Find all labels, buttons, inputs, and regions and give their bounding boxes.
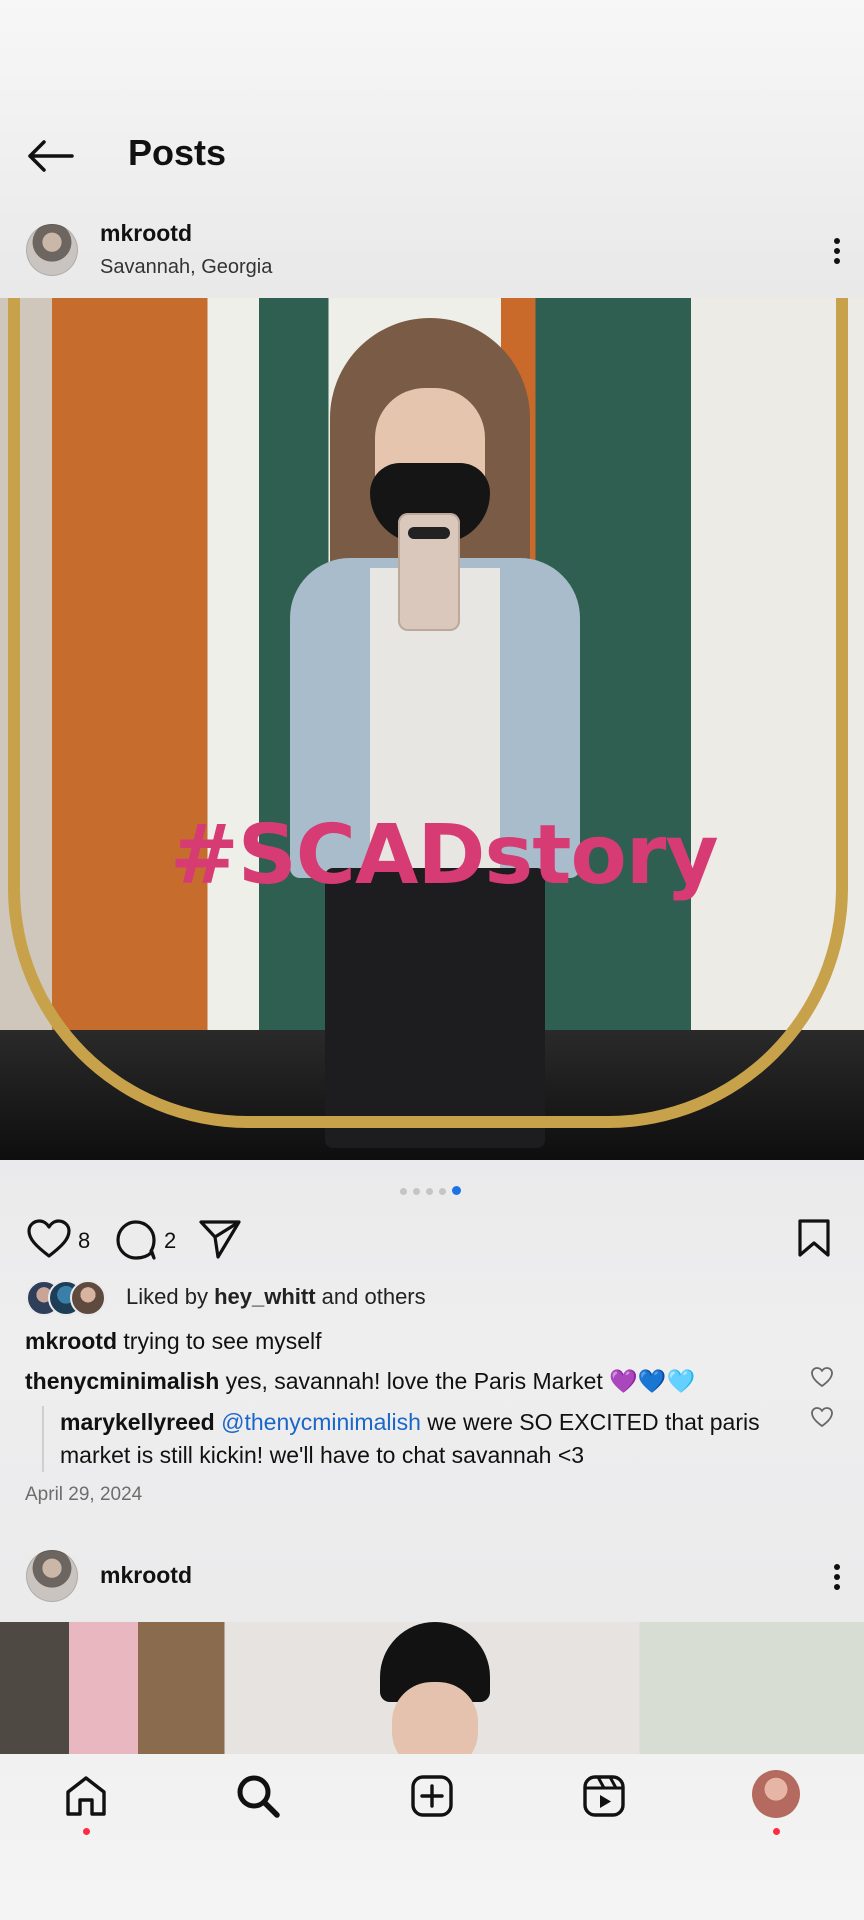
post-username[interactable]: mkrootd [100, 220, 192, 247]
caption-username[interactable]: mkrootd [25, 1328, 117, 1354]
user-avatar[interactable] [26, 224, 78, 276]
post-image[interactable] [0, 1622, 864, 1754]
comment-item: thenycminimalish yes, savannah! love the… [25, 1368, 695, 1395]
home-icon[interactable] [62, 1772, 110, 1820]
create-post-icon[interactable] [408, 1772, 456, 1820]
back-arrow-icon[interactable] [24, 136, 76, 176]
page-title: Posts [128, 132, 227, 173]
more-options-icon[interactable] [834, 1564, 842, 1594]
more-options-icon[interactable] [834, 238, 842, 268]
comment-like-heart-icon[interactable] [810, 1366, 834, 1388]
post-header: mkrootd Savannah, Georgia [0, 210, 864, 290]
like-count[interactable]: 8 [78, 1228, 90, 1254]
liked-by-text: Liked by hey_whitt and others [126, 1284, 426, 1309]
user-avatar[interactable] [26, 1550, 78, 1602]
top-header: Posts [0, 118, 864, 190]
bookmark-icon[interactable] [796, 1218, 832, 1258]
bottom-navigation [0, 1754, 864, 1920]
profile-notification-dot [773, 1828, 780, 1835]
comment-count[interactable]: 2 [164, 1228, 176, 1254]
reply-like-heart-icon[interactable] [810, 1406, 834, 1428]
comment-icon[interactable] [114, 1218, 158, 1262]
reply-mention[interactable]: @thenycminimalish [221, 1409, 421, 1435]
post-header: mkrootd [0, 1536, 864, 1616]
post-username[interactable]: mkrootd [100, 1562, 192, 1589]
overlay-hashtag: #SCADstory [170, 808, 719, 903]
reply-username[interactable]: marykellyreed [60, 1409, 215, 1435]
post-image[interactable]: #SCADstory [0, 298, 864, 1160]
share-icon[interactable] [198, 1218, 242, 1260]
post-date: April 29, 2024 [25, 1484, 143, 1505]
post-location[interactable]: Savannah, Georgia [100, 256, 272, 279]
reels-icon[interactable] [580, 1772, 628, 1820]
liked-by-user[interactable]: hey_whitt [214, 1284, 315, 1309]
search-icon[interactable] [234, 1772, 282, 1820]
liker-avatar [70, 1280, 106, 1316]
home-notification-dot [83, 1828, 90, 1835]
comment-reply: marykellyreed @thenycminimalish we were … [42, 1406, 820, 1472]
carousel-indicator [400, 1182, 467, 1195]
caption-text: trying to see myself [123, 1328, 322, 1354]
post-actions: 8 2 [0, 1210, 864, 1270]
post-caption: mkrootd trying to see myself [25, 1328, 322, 1355]
like-heart-icon[interactable] [26, 1218, 72, 1260]
profile-avatar[interactable] [752, 1770, 800, 1818]
comment-text: yes, savannah! love the Paris Market 💜💙🩵 [225, 1368, 696, 1394]
mirror-frame [8, 298, 848, 1128]
comment-username[interactable]: thenycminimalish [25, 1368, 219, 1394]
